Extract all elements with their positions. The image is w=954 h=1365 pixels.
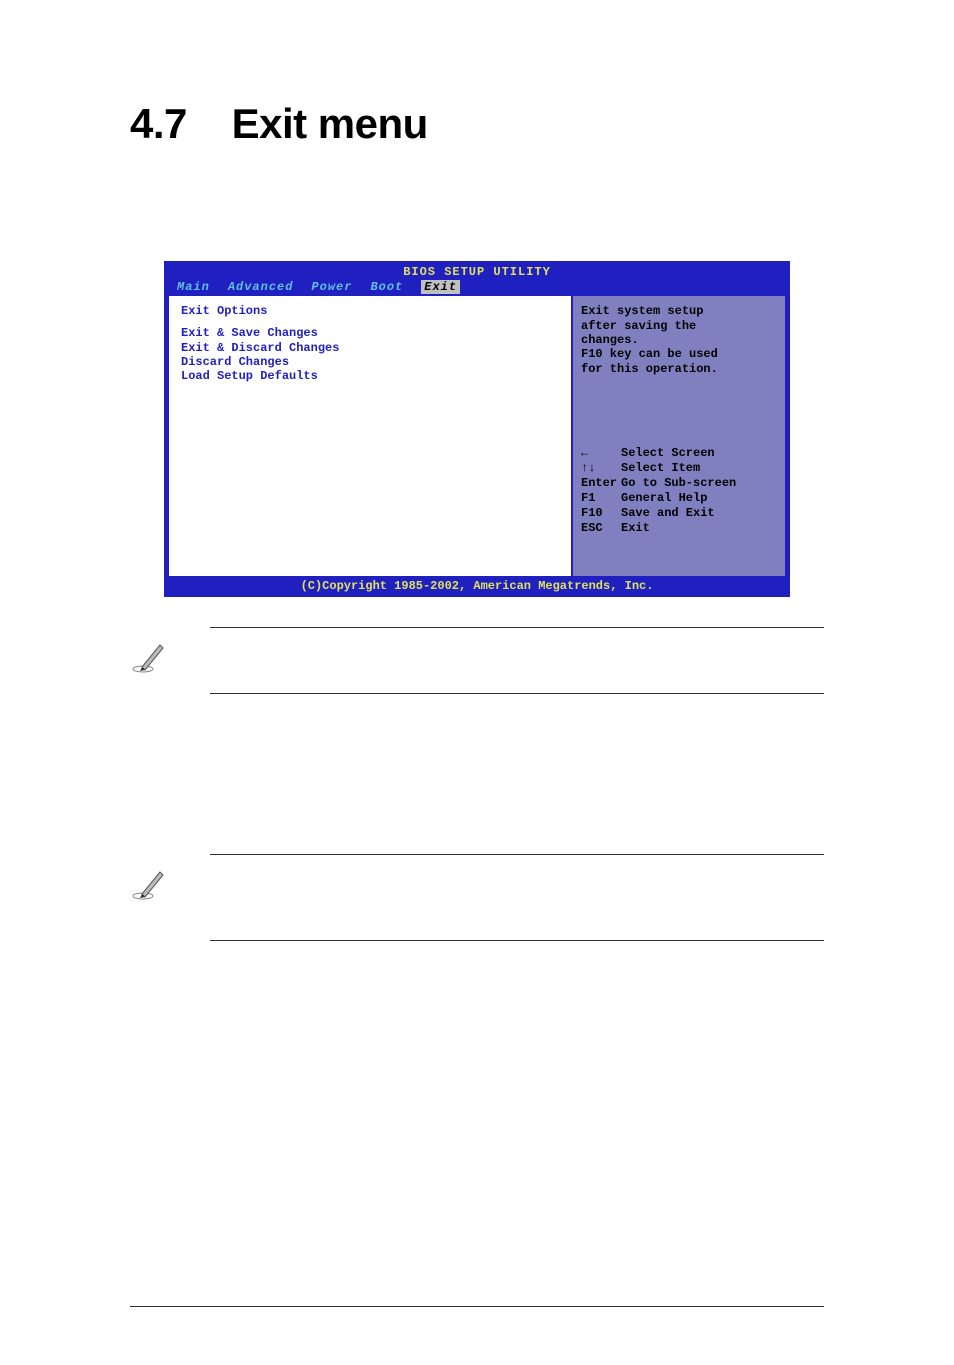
section-number: 4.7 (130, 100, 187, 147)
note-pen-icon (130, 627, 180, 682)
subheading-exit-save: Exit & Save Changes (140, 718, 824, 736)
bottom-rule (130, 1306, 824, 1307)
tab-power[interactable]: Power (311, 280, 352, 294)
bios-key-legend: ←Select Screen ↑↓Select Item EnterGo to … (581, 446, 781, 536)
key-f10: F10 (581, 506, 621, 521)
key-label: Select Screen (621, 446, 715, 461)
subheading-discard: Discard Changes (140, 1084, 824, 1102)
key-label: Save and Exit (621, 506, 715, 521)
section-title: 4.7 Exit menu (130, 100, 824, 148)
key-label: Go to Sub-screen (621, 476, 736, 491)
note-pen-icon (130, 854, 180, 909)
key-enter: Enter (581, 476, 621, 491)
subheading-load-defaults: Load Setup Defaults (140, 1181, 824, 1199)
help-line: F10 key can be used (581, 347, 781, 361)
key-f1: F1 (581, 491, 621, 506)
para-load-defaults: This option allows you to load the defau… (140, 1211, 824, 1276)
help-line: after saving the (581, 319, 781, 333)
menu-item-exit-save[interactable]: Exit & Save Changes (181, 326, 559, 340)
note-text: Pressing <Esc> does not immediately exit… (210, 627, 824, 694)
para-exit-discard: Select this option only if you do not wa… (140, 995, 824, 1060)
tab-main[interactable]: Main (177, 280, 210, 294)
bios-tab-bar: Main Advanced Power Boot Exit (167, 280, 787, 296)
help-line: for this operation. (581, 362, 781, 376)
key-esc: ESC (581, 521, 621, 536)
key-label: General Help (621, 491, 707, 506)
para-exit-save: Once you are finished making your select… (140, 748, 824, 834)
para-discard: This option allows you to discard the se… (140, 1114, 824, 1157)
key-label: Exit (621, 521, 650, 536)
bios-main-panel: Exit Options Exit & Save Changes Exit & … (167, 296, 573, 578)
menu-item-exit-discard[interactable]: Exit & Discard Changes (181, 341, 559, 355)
menu-item-discard[interactable]: Discard Changes (181, 355, 559, 369)
exit-options-heading: Exit Options (181, 304, 559, 318)
section-heading-text: Exit menu (232, 100, 428, 147)
tab-boot[interactable]: Boot (370, 280, 403, 294)
menu-item-load-defaults[interactable]: Load Setup Defaults (181, 369, 559, 383)
arrow-left-icon: ← (581, 446, 621, 461)
bios-window: BIOS SETUP UTILITY Main Advanced Power B… (164, 261, 790, 597)
arrow-updown-icon: ↑↓ (581, 461, 621, 476)
key-label: Select Item (621, 461, 700, 476)
help-line: Exit system setup (581, 304, 781, 318)
note-text: If you attempt to exit the Setup program… (210, 854, 824, 941)
bios-window-title: BIOS SETUP UTILITY (167, 264, 787, 280)
help-line: changes. (581, 333, 781, 347)
bios-help-panel: Exit system setup after saving the chang… (573, 296, 787, 578)
tab-advanced[interactable]: Advanced (228, 280, 294, 294)
tab-exit[interactable]: Exit (421, 280, 460, 294)
subheading-exit-discard: Exit & Discard Changes (140, 965, 824, 983)
intro-paragraph: The Exit menu items allow you to load th… (140, 208, 824, 251)
bios-footer: (C)Copyright 1985-2002, American Megatre… (167, 578, 787, 594)
